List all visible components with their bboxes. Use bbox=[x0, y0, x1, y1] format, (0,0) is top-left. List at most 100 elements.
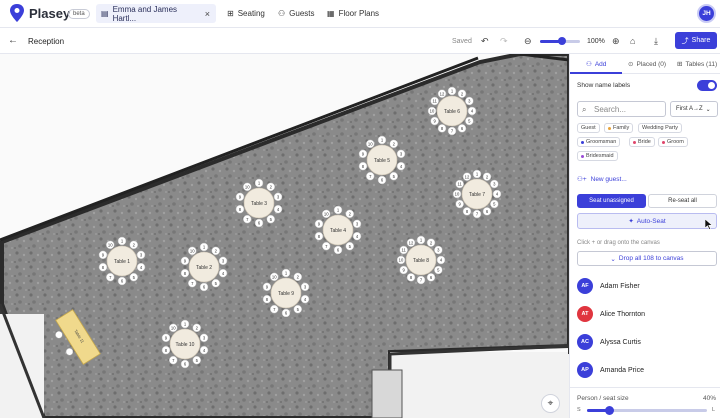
recenter-icon[interactable]: ⌖ bbox=[541, 394, 560, 413]
seat-size-max-label: L bbox=[712, 407, 716, 413]
guest-name: Adam Fisher bbox=[600, 282, 640, 290]
auto-seat-button[interactable]: ✦ Auto-Seat bbox=[577, 213, 717, 229]
zoom-slider[interactable] bbox=[540, 37, 580, 45]
show-name-labels-toggle[interactable] bbox=[697, 80, 717, 91]
seat-unassigned-button[interactable]: Seat unassigned bbox=[577, 194, 646, 208]
add-user-icon: ⚇+ bbox=[577, 176, 587, 183]
seat-size-label: Person / seat size bbox=[577, 395, 629, 402]
seat-number: 11 bbox=[401, 248, 406, 253]
mouse-cursor-icon bbox=[705, 219, 713, 230]
nav-seating[interactable]: ⊞ Seating bbox=[227, 9, 265, 18]
new-guest-button[interactable]: ⚇+ New guest... bbox=[577, 175, 627, 184]
tab-tables[interactable]: ⊞ Tables (11) bbox=[677, 60, 717, 69]
tab-add[interactable]: ⚇ Add bbox=[586, 60, 606, 69]
show-name-labels-label: Show name labels bbox=[577, 82, 631, 89]
table-label: Table 5 bbox=[374, 158, 390, 164]
seat-number: 10 bbox=[272, 274, 277, 279]
seat-size-slider[interactable] bbox=[587, 406, 707, 415]
guest-list-item[interactable]: AT Alice Thornton bbox=[577, 305, 645, 323]
filter-chip[interactable]: Wedding Party bbox=[638, 123, 682, 133]
guest-avatar: AT bbox=[577, 306, 593, 322]
filter-chip[interactable]: Bride bbox=[629, 137, 655, 147]
floorplan-icon: ▦ bbox=[327, 9, 335, 18]
toolbar: ← Reception Saved ↶ ↷ ⊖ 100% ⊕ ⌂ ⤓ ⤴ Sha… bbox=[0, 28, 720, 54]
floor-plan-svg[interactable]: Table 11 12345678910Table 112345678910Ta… bbox=[0, 54, 569, 418]
table-label: Table 8 bbox=[413, 258, 429, 264]
guest-avatar: AF bbox=[577, 278, 593, 294]
table-label: Table 6 bbox=[444, 109, 460, 115]
grid-icon: ⊞ bbox=[227, 9, 234, 18]
seat-number: 10 bbox=[455, 192, 460, 197]
door-frame bbox=[371, 369, 403, 418]
room-name: Reception bbox=[28, 37, 65, 46]
back-arrow-icon[interactable]: ← bbox=[8, 35, 18, 46]
seat-number: 11 bbox=[457, 182, 462, 187]
seat-number: 10 bbox=[108, 242, 113, 247]
floor-plan-canvas[interactable]: Table 11 1 2 3 4 5 6 7 8 9 10 Table 1 1 2 3 4 5 6 7 8 9 10 Ta… bbox=[0, 54, 569, 418]
filter-chip[interactable]: Groom bbox=[658, 137, 688, 147]
guest-list-item[interactable]: AF Adam Fisher bbox=[577, 277, 640, 295]
seat-number: 10 bbox=[171, 325, 176, 330]
table-label: Table 10 bbox=[176, 342, 195, 348]
active-tab-indicator bbox=[570, 72, 622, 74]
seat-number: 12 bbox=[465, 174, 470, 179]
search-icon: ⌕ bbox=[582, 105, 587, 114]
plasey-logo-icon bbox=[10, 4, 24, 22]
side-panel: ⚇ Add ⊙ Placed (0) ⊞ Tables (11) Show name … bbox=[569, 54, 720, 418]
chevron-down-icon: ⌄ bbox=[705, 106, 711, 113]
filter-chip[interactable]: Guest bbox=[577, 123, 600, 133]
grid-icon: ⊞ bbox=[677, 61, 683, 68]
wand-icon: ✦ bbox=[628, 218, 634, 225]
seat-size-control: Person / seat size 40% S L bbox=[570, 387, 720, 418]
drop-all-button[interactable]: ⌄ Drop all 108 to canvas bbox=[577, 251, 717, 266]
chip-color-dot bbox=[662, 140, 665, 144]
tag-icon[interactable]: ⌂ bbox=[630, 36, 635, 46]
panel-tabs: ⚇ Add ⊙ Placed (0) ⊞ Tables (11) bbox=[570, 54, 720, 74]
guest-list-item[interactable]: AC Alyssa Curtis bbox=[577, 333, 641, 351]
share-button[interactable]: ⤴ Share bbox=[675, 32, 717, 49]
undo-icon[interactable]: ↶ bbox=[481, 36, 489, 47]
download-icon[interactable]: ⤓ bbox=[654, 36, 658, 47]
zoom-slider-handle[interactable] bbox=[558, 37, 566, 45]
table-label: Table 3 bbox=[251, 201, 267, 207]
canvas-hint: Click + or drag onto the canvas bbox=[577, 240, 660, 246]
zoom-level: 100% bbox=[587, 38, 605, 45]
calendar-icon: ▤ bbox=[101, 9, 109, 18]
save-status: Saved bbox=[452, 38, 472, 45]
guest-avatar: AP bbox=[577, 362, 593, 378]
zoom-in-icon[interactable]: ⊕ bbox=[612, 36, 620, 47]
search-input[interactable]: ⌕ Search... bbox=[577, 101, 666, 117]
nav-guests[interactable]: ⚇ Guests bbox=[278, 9, 315, 18]
top-bar: Plasey beta ▤ Emma and James Hartl... × … bbox=[0, 0, 720, 28]
filter-chip[interactable]: Family bbox=[604, 123, 634, 133]
close-tab-icon[interactable]: × bbox=[205, 9, 210, 19]
reseat-all-button[interactable]: Re-seat all bbox=[648, 194, 717, 208]
guest-name: Alice Thornton bbox=[600, 310, 646, 318]
zoom-out-icon[interactable]: ⊖ bbox=[524, 36, 532, 47]
table-label: Table 7 bbox=[469, 192, 485, 198]
chevron-down-icon: ⌄ bbox=[610, 255, 616, 263]
filter-chip[interactable]: Groomsman bbox=[577, 137, 621, 147]
pin-icon: ⊙ bbox=[628, 61, 634, 68]
filter-chip[interactable]: Bridesmaid bbox=[577, 151, 618, 161]
seat-size-slider-handle[interactable] bbox=[604, 406, 614, 415]
guest-name: Amanda Price bbox=[600, 366, 644, 374]
project-tab[interactable]: ▤ Emma and James Hartl... × bbox=[96, 4, 216, 23]
sort-select[interactable]: First A→Z ⌄ bbox=[670, 101, 718, 117]
seat-number: 10 bbox=[245, 184, 250, 189]
table-label: Table 1 bbox=[114, 259, 130, 265]
chip-color-dot bbox=[608, 126, 611, 130]
redo-icon[interactable]: ↷ bbox=[500, 36, 508, 47]
seat-number: 10 bbox=[368, 141, 373, 146]
guest-list-item[interactable]: AP Amanda Price bbox=[577, 361, 644, 379]
chip-color-dot bbox=[633, 140, 636, 144]
nav-floor-plans[interactable]: ▦ Floor Plans bbox=[327, 9, 379, 18]
share-icon: ⤴ bbox=[681, 37, 689, 45]
project-tab-title: Emma and James Hartl... bbox=[112, 4, 178, 23]
beta-badge: beta bbox=[68, 9, 90, 19]
seat-size-value: 40% bbox=[702, 395, 716, 402]
tab-placed[interactable]: ⊙ Placed (0) bbox=[628, 60, 666, 69]
seat-number: 10 bbox=[190, 248, 195, 253]
users-icon: ⚇ bbox=[278, 9, 286, 18]
user-avatar[interactable]: JH bbox=[697, 4, 716, 23]
